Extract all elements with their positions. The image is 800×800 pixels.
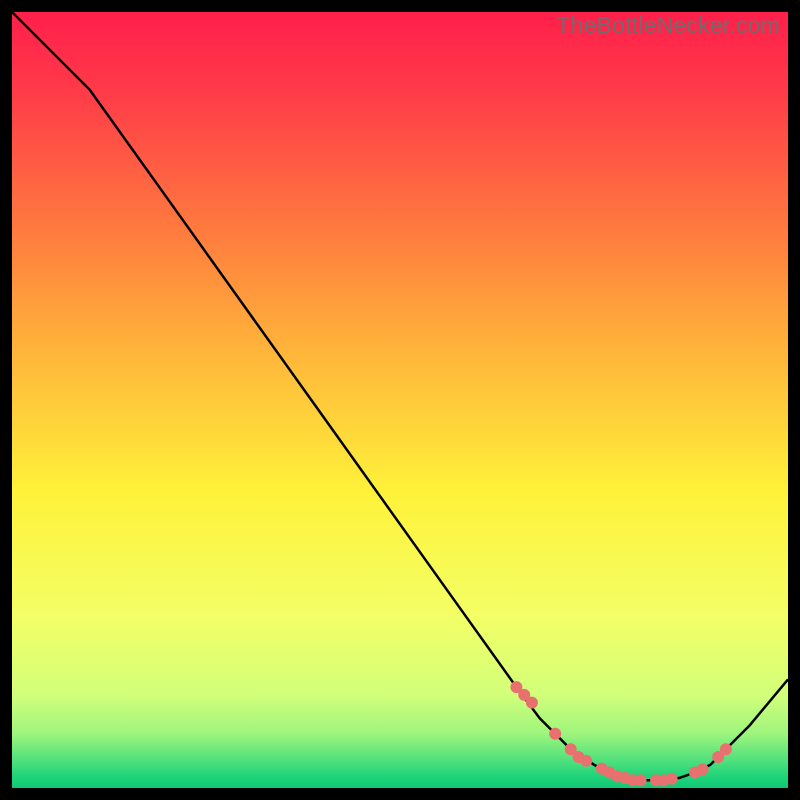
data-marker xyxy=(580,755,592,767)
data-marker xyxy=(635,774,647,786)
data-marker xyxy=(549,728,561,740)
data-marker xyxy=(666,773,678,785)
chart-frame: TheBottleNecker.com xyxy=(12,12,788,788)
watermark-text: TheBottleNecker.com xyxy=(556,12,780,39)
data-marker xyxy=(720,743,732,755)
data-marker xyxy=(697,763,709,775)
gradient-background xyxy=(12,12,788,788)
data-marker xyxy=(526,697,538,709)
chart-svg xyxy=(12,12,788,788)
